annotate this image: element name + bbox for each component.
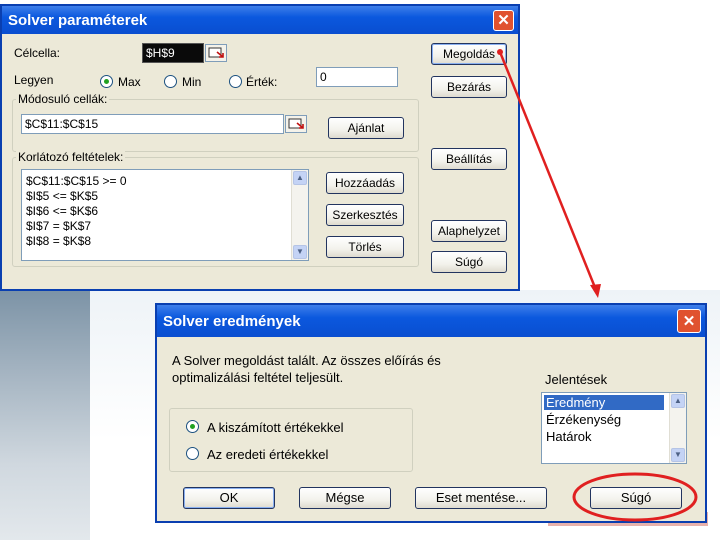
close-button[interactable]: Bezárás [431, 76, 507, 98]
solver-results-title: Solver eredmények [163, 313, 301, 330]
reset-all-button[interactable]: Alaphelyzet [431, 220, 507, 242]
delete-constraint-button[interactable]: Törlés [326, 236, 404, 258]
reports-scrollbar[interactable]: ▲ ▼ [669, 393, 686, 463]
close-icon[interactable]: ✕ [677, 309, 701, 333]
close-icon[interactable]: ✕ [493, 10, 514, 31]
ok-button[interactable]: OK [183, 487, 275, 509]
constraint-item[interactable]: $I$6 <= $K$6 [26, 204, 98, 218]
changing-cells-value: $C$11:$C$15 [25, 117, 99, 131]
result-message-line1: A Solver megoldást talált. Az összes elő… [172, 353, 441, 368]
change-constraint-button[interactable]: Szerkesztés [326, 204, 404, 226]
add-constraint-button[interactable]: Hozzáadás [326, 172, 404, 194]
scroll-up-icon[interactable]: ▲ [671, 394, 685, 408]
save-scenario-button[interactable]: Eset mentése... [415, 487, 547, 509]
target-cell-input[interactable]: $H$9 [142, 43, 204, 63]
keep-solution-label[interactable]: A kiszámított értékekkel [207, 420, 344, 435]
reports-list[interactable]: Eredmény Érzékenység Határok ▲ ▼ [541, 392, 687, 464]
radio-value-label[interactable]: Érték: [246, 75, 277, 89]
solver-parameters-titlebar[interactable]: Solver paraméterek ✕ [2, 6, 518, 34]
guess-button[interactable]: Ajánlat [328, 117, 404, 139]
help-button[interactable]: Súgó [431, 251, 507, 273]
changing-cells-input[interactable]: $C$11:$C$15 [21, 114, 284, 134]
solution-options-group [169, 408, 413, 472]
solver-parameters-title: Solver paraméterek [8, 12, 148, 29]
scroll-up-icon[interactable]: ▲ [293, 171, 307, 185]
radio-max[interactable] [100, 75, 113, 88]
results-help-button[interactable]: Súgó [590, 487, 682, 509]
report-item[interactable]: Érzékenység [546, 412, 621, 427]
constraint-item[interactable]: $C$11:$C$15 >= 0 [26, 174, 127, 188]
result-message-line2: optimalizálási feltétel teljesült. [172, 370, 344, 385]
radio-restore-original[interactable] [186, 447, 199, 460]
solver-results-titlebar[interactable]: Solver eredmények ✕ [157, 305, 705, 337]
constraints-list[interactable]: $C$11:$C$15 >= 0 $I$5 <= $K$5 $I$6 <= $K… [21, 169, 309, 261]
report-item[interactable]: Eredmény [544, 395, 664, 410]
solve-button[interactable]: Megoldás [431, 43, 507, 65]
options-button[interactable]: Beállítás [431, 148, 507, 170]
solver-results-dialog: Solver eredmények ✕ A Solver megoldást t… [155, 303, 707, 523]
reports-label: Jelentések [545, 372, 608, 387]
constraint-item[interactable]: $I$5 <= $K$5 [26, 189, 98, 203]
changing-cells-label: Módosuló cellák: [16, 92, 110, 106]
cell-reference-icon[interactable] [285, 115, 307, 133]
constraint-item[interactable]: $I$7 = $K$7 [26, 219, 91, 233]
scroll-down-icon[interactable]: ▼ [671, 448, 685, 462]
constraints-label: Korlátozó feltételek: [16, 150, 126, 164]
cell-reference-icon[interactable] [205, 44, 227, 62]
target-cell-value: $H$9 [146, 46, 175, 60]
cancel-button[interactable]: Mégse [299, 487, 391, 509]
equal-to-label: Legyen [14, 73, 54, 87]
scroll-down-icon[interactable]: ▼ [293, 245, 307, 259]
solver-parameters-dialog: Solver paraméterek ✕ Célcella: $H$9 Legy… [0, 4, 520, 291]
constraint-item[interactable]: $I$8 = $K$8 [26, 234, 91, 248]
radio-min-label[interactable]: Min [182, 75, 201, 89]
radio-value[interactable] [229, 75, 242, 88]
radio-keep-solution[interactable] [186, 420, 199, 433]
report-item[interactable]: Határok [546, 429, 592, 444]
value-input-text: 0 [320, 70, 327, 84]
radio-max-label[interactable]: Max [118, 75, 141, 89]
radio-min[interactable] [164, 75, 177, 88]
constraints-scrollbar[interactable]: ▲ ▼ [291, 170, 308, 260]
restore-original-label[interactable]: Az eredeti értékekkel [207, 447, 328, 462]
background-photo-left [0, 290, 90, 540]
target-cell-label: Célcella: [14, 46, 61, 60]
value-input[interactable]: 0 [316, 67, 398, 87]
